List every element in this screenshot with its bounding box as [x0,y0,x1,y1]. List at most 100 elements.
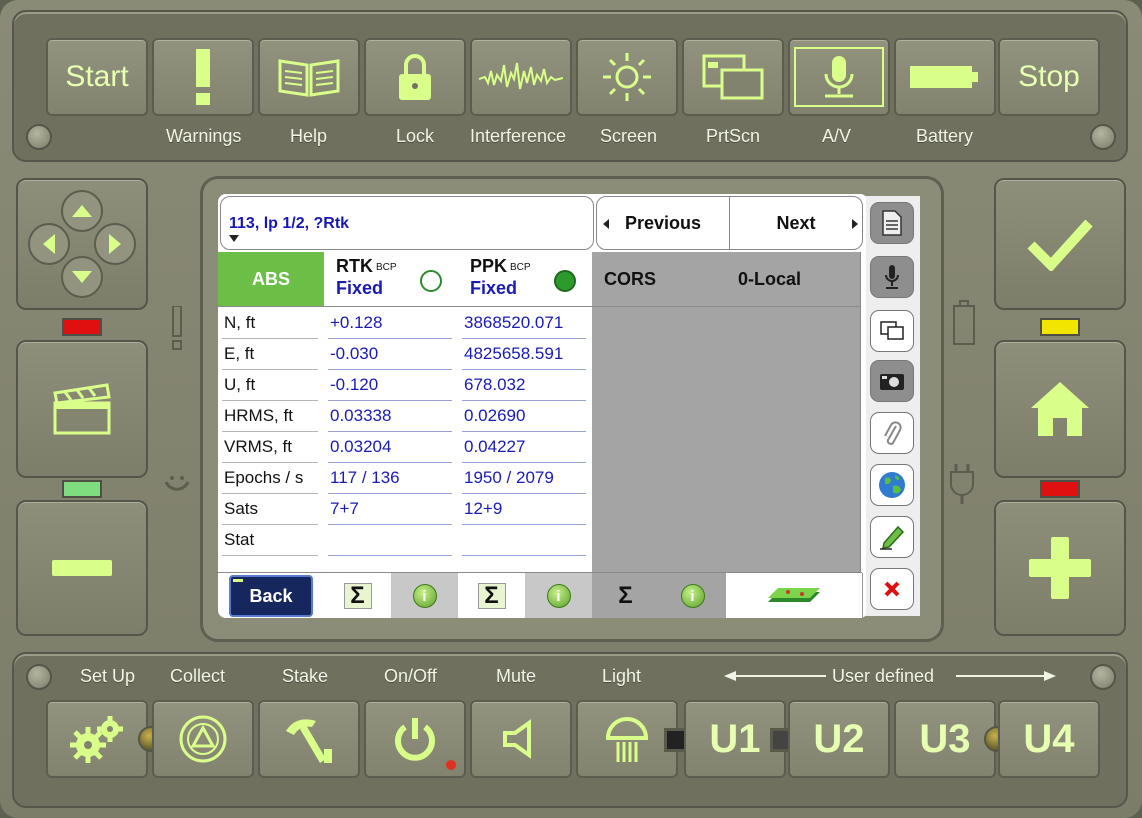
ppk-tab[interactable]: PPK BCP Fixed [458,252,592,307]
av-label: A/V [822,126,852,146]
prtscn-button[interactable] [682,38,784,116]
mute-label: Mute [496,666,537,686]
stop-label: Stop [1018,60,1080,93]
power-button[interactable] [364,700,466,778]
cors-column: CORS [592,252,727,572]
sun-icon [603,53,651,101]
ppk-info-button[interactable]: i [525,573,593,618]
light-button[interactable] [576,700,678,778]
lock-button[interactable] [364,38,466,116]
row-divider [462,524,586,525]
plus-button[interactable] [994,500,1126,636]
microphone-icon [794,47,884,107]
clapperboard-icon [53,383,111,435]
u2-label: U2 [813,716,865,761]
row-divider [328,524,452,525]
screw [26,664,52,690]
previous-button[interactable]: Previous [596,196,730,250]
user-defined-arrow-left-icon [724,671,826,681]
start-button[interactable]: Start [46,38,148,116]
help-label: Help [290,126,328,146]
lock-label: Lock [396,126,435,146]
cors-tab[interactable]: CORS [592,252,726,307]
setup-button[interactable] [46,700,148,778]
battery-button[interactable] [894,38,996,116]
row-label-epochs: Epochs / s [224,468,304,487]
stake-button[interactable] [258,700,360,778]
next-button[interactable]: Next [729,196,863,250]
clapper-button[interactable] [16,340,148,478]
back-indicator [233,579,243,582]
lock-icon [399,54,431,100]
warnings-button[interactable] [152,38,254,116]
collect-button[interactable] [152,700,254,778]
toolbar-globe-button[interactable] [870,464,914,506]
u4-button[interactable]: U4 [998,700,1100,778]
abs-column: ABS N, ft E, ft U, ft HRMS, ft VRMS, ft … [218,252,325,572]
rtk-sum-button[interactable]: Σ [324,573,392,618]
book-icon [278,59,340,97]
checkmark-icon [1027,219,1093,271]
onoff-label: On/Off [384,666,437,686]
cors-sum-button[interactable]: Σ [592,573,660,618]
mute-button[interactable] [470,700,572,778]
ppk-status: Fixed [470,278,518,298]
u2-button[interactable]: U2 [788,700,890,778]
screenshot-icon [880,321,904,340]
toolbar-microphone-button[interactable] [870,256,914,298]
toolbar-screenshot-button[interactable] [870,310,914,352]
next-label: Next [776,212,816,233]
u3-button[interactable]: U3 [894,700,996,778]
camera-icon [880,374,904,390]
ppk-n-value: 3868520.071 [464,313,564,332]
rtk-sats-value: 7+7 [330,499,359,518]
stop-button[interactable]: Stop [998,38,1100,116]
local-tab[interactable]: 0-Local [726,252,860,307]
paperclip-icon [884,421,902,445]
gears-icon [70,716,123,763]
left-arrow-icon [603,219,609,229]
toolbar-attach-button[interactable] [870,412,914,454]
ppk-header-sub: BCP [510,262,531,273]
local-layers-button[interactable] [726,573,863,618]
row-divider [222,555,318,556]
back-button[interactable]: Back [229,575,313,617]
screw [26,124,52,150]
microphone-icon [885,265,899,289]
plug-emboss-icon [950,464,974,504]
rtk-n-value: +0.128 [330,313,383,332]
point-title: 113, lp 1/2, ?Rtk [229,215,350,232]
battery-icon [910,66,978,88]
toolbar-camera-button[interactable] [870,360,914,402]
lamp-icon [605,717,649,762]
minus-button[interactable] [16,500,148,636]
help-button[interactable] [258,38,360,116]
ppk-sum-button[interactable]: Σ [458,573,526,618]
confirm-button[interactable] [994,178,1126,310]
av-button[interactable] [788,38,890,116]
dpad-button[interactable] [16,178,148,310]
toolbar-edit-button[interactable] [870,516,914,558]
cors-info-button[interactable]: i [659,573,727,618]
screen-button[interactable] [576,38,678,116]
status-led-green [62,480,102,498]
status-led-yellow [1040,318,1080,336]
rtk-e-value: -0.030 [330,344,379,363]
status-led-red [62,318,102,336]
point-title-dropdown[interactable]: 113, lp 1/2, ?Rtk [220,196,594,250]
exclamation-icon [196,49,210,105]
rtk-status: Fixed [336,278,384,298]
row-label-n: N, ft [224,313,256,332]
right-arrow-icon [852,219,858,229]
survey-marker-icon [179,715,227,763]
abs-tab[interactable]: ABS [218,252,324,307]
dpad-arrows-icon [28,190,136,298]
rtk-tab[interactable]: RTK BCP Fixed [324,252,458,307]
interference-button[interactable] [470,38,572,116]
home-button[interactable] [994,340,1126,478]
rtk-info-button[interactable]: i [391,573,459,618]
plus-icon [1029,537,1091,599]
solution-table: ABS N, ft E, ft U, ft HRMS, ft VRMS, ft … [218,252,862,572]
toolbar-document-button[interactable] [870,202,914,244]
toolbar-delete-button[interactable] [870,568,914,610]
